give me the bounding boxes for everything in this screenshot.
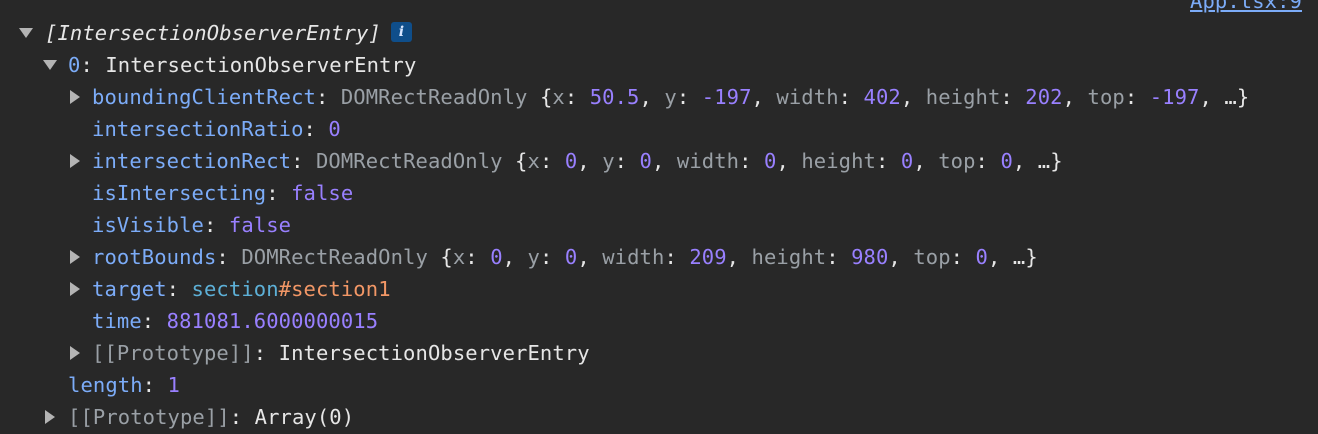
tree-row-array-prototype[interactable]: [[Prototype]]: Array(0) [0, 401, 1318, 433]
prop-type: DOMRectReadOnly [315, 149, 503, 173]
prop-key: isIntersecting [92, 181, 267, 205]
expand-toggle-right-icon[interactable] [68, 241, 82, 273]
tree-row-boundingClientRect[interactable]: boundingClientRect: DOMRectReadOnly {x: … [0, 81, 1318, 113]
tree-row-time: time: 881081.6000000015 [92, 309, 379, 333]
rect-y: 0 [564, 245, 578, 269]
rect-x: 50.5 [589, 85, 640, 109]
expand-toggle-right-icon[interactable] [68, 337, 82, 369]
expand-toggle-right-icon[interactable] [43, 401, 57, 433]
tree-row-isVisible: isVisible: false [92, 213, 292, 237]
prop-key: intersectionRect [92, 149, 292, 173]
source-file-link[interactable]: App.tsx:9 [1190, 0, 1302, 13]
tree-row-isIntersecting: isIntersecting: false [92, 181, 354, 205]
ellipsis: … [1037, 149, 1051, 173]
prop-value: 1 [167, 373, 180, 397]
tree-row-intersectionRect[interactable]: intersectionRect: DOMRectReadOnly {x: 0,… [0, 145, 1318, 177]
tree-row-length: length: 1 [68, 373, 180, 397]
tree-row-root[interactable]: [IntersectionObserverEntry] i [0, 17, 1318, 49]
prop-key: [[Prototype]] [68, 405, 230, 429]
prop-key: intersectionRatio [92, 117, 304, 141]
prop-key: rootBounds [92, 245, 217, 269]
prop-value: Array(0) [254, 405, 355, 429]
expand-toggle-right-icon[interactable] [68, 145, 82, 177]
rect-top: 0 [1000, 149, 1013, 173]
rect-width: 0 [763, 149, 777, 173]
console-object-tree: [IntersectionObserverEntry] i 0: Intersec… [0, 17, 1318, 433]
rect-top: -197 [1149, 85, 1200, 109]
tree-row-entry-prototype[interactable]: [[Prototype]]: IntersectionObserverEntry [0, 337, 1318, 369]
prop-key: boundingClientRect [92, 85, 316, 109]
rect-height: 980 [851, 245, 889, 269]
expand-toggle-right-icon[interactable] [68, 81, 82, 113]
rect-y: 0 [639, 149, 652, 173]
target-tag[interactable]: section [192, 277, 279, 301]
prop-value: IntersectionObserverEntry [278, 341, 590, 365]
prop-key: target [92, 277, 167, 301]
tree-row-target[interactable]: target: section#section1 [0, 273, 1318, 305]
prop-value: 881081.6000000015 [166, 309, 379, 333]
rect-y: -197 [701, 85, 752, 109]
expand-toggle-down-icon[interactable] [43, 49, 57, 81]
rect-top: 0 [975, 245, 988, 269]
entry-index: 0 [68, 53, 81, 77]
rect-width: 402 [863, 85, 901, 109]
prop-value: 0 [328, 117, 341, 141]
tree-row-entry-0[interactable]: 0: IntersectionObserverEntry [0, 49, 1318, 81]
prop-value: false [228, 213, 292, 237]
expand-toggle-down-icon[interactable] [19, 17, 33, 49]
prop-key: isVisible [92, 213, 204, 237]
info-icon[interactable]: i [390, 22, 412, 42]
target-id[interactable]: #section1 [279, 277, 391, 301]
expand-toggle-right-icon[interactable] [68, 273, 82, 305]
rect-width: 209 [689, 245, 727, 269]
tree-row-intersectionRatio: intersectionRatio: 0 [92, 117, 341, 141]
entry-type: IntersectionObserverEntry [105, 53, 417, 77]
prop-key: [[Prototype]] [92, 341, 254, 365]
rect-x: 0 [490, 245, 503, 269]
prop-type: DOMRectReadOnly [241, 245, 428, 269]
prop-value: false [291, 181, 354, 205]
tree-row-rootBounds[interactable]: rootBounds: DOMRectReadOnly {x: 0, y: 0,… [0, 241, 1318, 273]
root-label: [IntersectionObserverEntry] [45, 21, 381, 45]
rect-height: 202 [1025, 85, 1063, 109]
ellipsis: … [1224, 85, 1237, 109]
prop-key: time [92, 309, 142, 333]
prop-key: length [68, 373, 143, 397]
prop-type: DOMRectReadOnly [340, 85, 528, 109]
rect-x: 0 [564, 149, 578, 173]
rect-height: 0 [900, 149, 914, 173]
ellipsis: … [1012, 245, 1026, 269]
